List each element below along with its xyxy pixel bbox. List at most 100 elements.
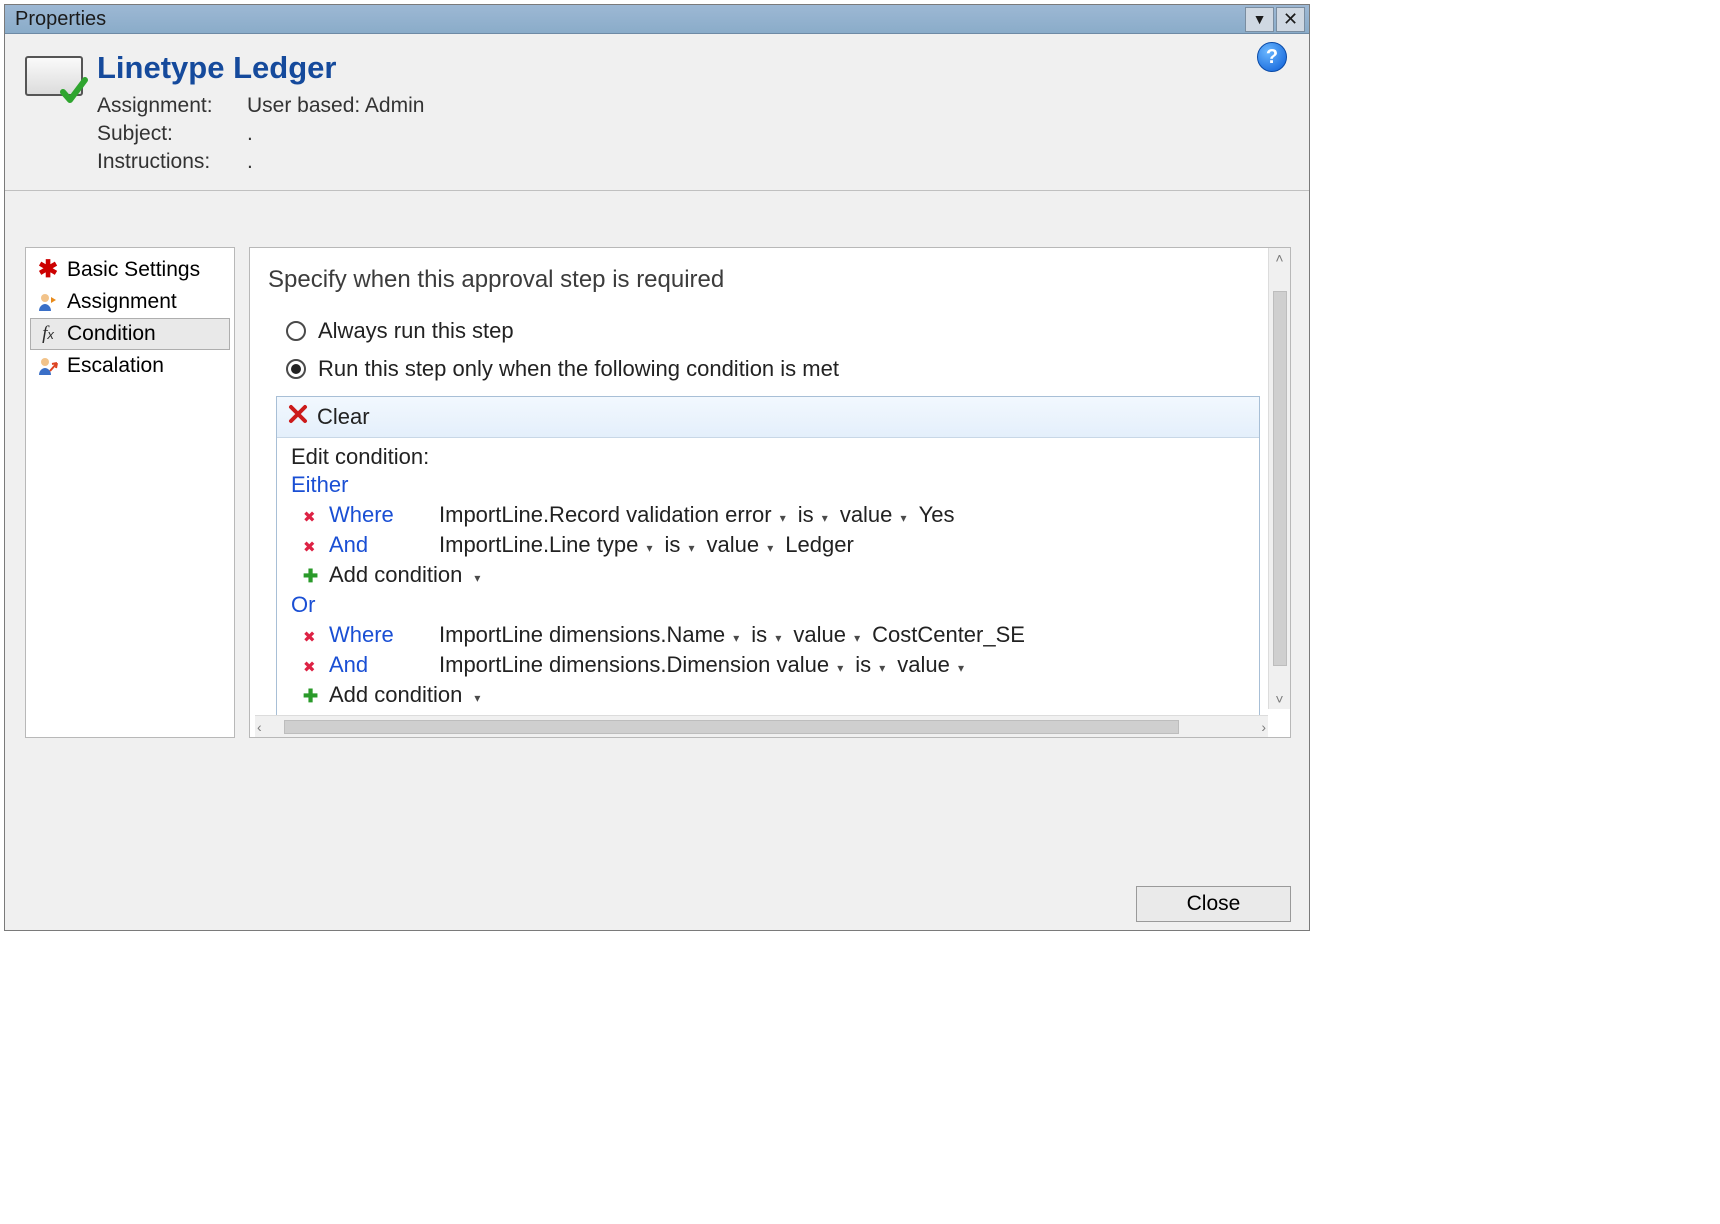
remove-icon[interactable]: ✖ [303, 658, 319, 676]
main-panel: Specify when this approval step is requi… [249, 247, 1291, 738]
nav-item-escalation[interactable]: Escalation [30, 350, 230, 382]
nav-item-basic-settings[interactable]: ✱ Basic Settings [30, 254, 230, 286]
radio-label: Always run this step [318, 318, 514, 344]
dropdown-button[interactable]: ▼ [1245, 7, 1274, 32]
person-assign-icon [37, 291, 59, 313]
value-dropdown[interactable]: Yes [919, 502, 955, 528]
keyword-where[interactable]: Where [329, 502, 429, 528]
group-either[interactable]: Either [291, 470, 1245, 500]
caret-icon: ▾ [835, 661, 845, 675]
header-area: ? Linetype Ledger Assignment: User based… [5, 34, 1309, 191]
field-dropdown[interactable]: ImportLine.Record validation error ▾ [439, 502, 788, 528]
caret-icon: ▾ [472, 571, 482, 585]
value-dropdown[interactable]: Ledger [785, 532, 854, 558]
remove-icon[interactable]: ✖ [303, 508, 319, 526]
close-window-button[interactable]: ✕ [1276, 7, 1305, 32]
vertical-scrollbar[interactable]: ˄ ˅ [1268, 248, 1290, 709]
field-dropdown[interactable]: ImportLine dimensions.Dimension value ▾ [439, 652, 845, 678]
remove-icon[interactable]: ✖ [303, 538, 319, 556]
caret-icon: ▾ [765, 541, 775, 555]
caret-icon: ▾ [778, 511, 788, 525]
condition-row: ✖ Where ImportLine dimensions.Name ▾ is … [291, 620, 1245, 650]
add-condition-row[interactable]: ✚ Add condition ▾ [291, 680, 1245, 710]
help-button[interactable]: ? [1257, 42, 1287, 72]
caret-icon: ▾ [472, 691, 482, 705]
caret-icon: ▾ [731, 631, 741, 645]
chevron-down-icon: ▼ [1253, 11, 1267, 27]
condition-panel: Clear Edit condition: Either ✖ Where Imp… [276, 396, 1260, 727]
clear-x-icon [287, 403, 309, 431]
keyword-where[interactable]: Where [329, 622, 429, 648]
caret-icon: ▾ [899, 511, 909, 525]
nav-item-condition[interactable]: fx Condition [30, 318, 230, 350]
footer: Close [1136, 886, 1291, 922]
nav-panel: ✱ Basic Settings Assignment fx Condition… [25, 247, 235, 738]
asterisk-icon: ✱ [37, 259, 59, 281]
group-or[interactable]: Or [291, 590, 1245, 620]
person-escalate-icon [37, 355, 59, 377]
caret-icon: ▾ [644, 541, 654, 555]
page-title: Linetype Ledger [97, 50, 424, 86]
compare-dropdown[interactable]: value ▾ [707, 532, 776, 558]
close-icon: ✕ [1283, 9, 1298, 30]
properties-window: Properties ▼ ✕ ? Linetype Ledger Assignm… [4, 4, 1310, 931]
condition-body: Edit condition: Either ✖ Where ImportLin… [277, 438, 1259, 726]
nav-label: Condition [67, 322, 156, 346]
scroll-right-icon: › [1261, 719, 1266, 735]
add-condition-row[interactable]: ✚ Add condition ▾ [291, 560, 1245, 590]
instructions-value: . [247, 150, 424, 174]
checkmark-icon [59, 76, 89, 106]
radio-conditional[interactable]: Run this step only when the following co… [268, 350, 1260, 388]
keyword-and[interactable]: And [329, 532, 429, 558]
compare-dropdown[interactable]: value ▾ [840, 502, 909, 528]
add-icon: ✚ [303, 686, 319, 707]
step-icon [25, 56, 83, 96]
condition-toolbar: Clear [277, 397, 1259, 438]
operator-dropdown[interactable]: is ▾ [855, 652, 887, 678]
add-condition-label: Add condition [329, 562, 462, 588]
keyword-and[interactable]: And [329, 652, 429, 678]
operator-dropdown[interactable]: is ▾ [751, 622, 783, 648]
scroll-left-icon: ‹ [257, 719, 262, 735]
operator-dropdown[interactable]: is ▾ [665, 532, 697, 558]
nav-label: Escalation [67, 354, 164, 378]
titlebar: Properties ▼ ✕ [5, 5, 1309, 34]
section-heading: Specify when this approval step is requi… [268, 266, 1260, 294]
remove-icon[interactable]: ✖ [303, 628, 319, 646]
radio-icon [286, 321, 306, 341]
edit-condition-label: Edit condition: [291, 444, 1245, 470]
nav-label: Assignment [67, 290, 177, 314]
caret-icon: ▾ [877, 661, 887, 675]
window-title: Properties [15, 8, 106, 31]
close-button[interactable]: Close [1136, 886, 1291, 922]
caret-icon: ▾ [773, 631, 783, 645]
instructions-label: Instructions: [97, 150, 247, 174]
radio-label: Run this step only when the following co… [318, 356, 839, 382]
field-dropdown[interactable]: ImportLine dimensions.Name ▾ [439, 622, 741, 648]
radio-icon [286, 359, 306, 379]
clear-button[interactable]: Clear [317, 404, 370, 430]
nav-item-assignment[interactable]: Assignment [30, 286, 230, 318]
value-dropdown[interactable]: CostCenter_SE [872, 622, 1025, 648]
horizontal-scrollbar[interactable]: ‹ › [255, 715, 1268, 737]
scroll-up-icon: ˄ [1275, 250, 1283, 266]
caret-icon: ▾ [852, 631, 862, 645]
condition-row: ✖ And ImportLine.Line type ▾ is ▾ value … [291, 530, 1245, 560]
assignment-label: Assignment: [97, 94, 247, 118]
fx-icon: fx [37, 323, 59, 345]
assignment-value: User based: Admin [247, 94, 424, 118]
add-condition-label: Add condition [329, 682, 462, 708]
scroll-thumb[interactable] [1273, 291, 1287, 666]
scroll-thumb[interactable] [284, 720, 1180, 734]
compare-dropdown[interactable]: value ▾ [793, 622, 862, 648]
condition-row: ✖ Where ImportLine.Record validation err… [291, 500, 1245, 530]
subject-label: Subject: [97, 122, 247, 146]
caret-icon: ▾ [956, 661, 966, 675]
field-dropdown[interactable]: ImportLine.Line type ▾ [439, 532, 655, 558]
radio-always[interactable]: Always run this step [268, 312, 1260, 350]
operator-dropdown[interactable]: is ▾ [798, 502, 830, 528]
caret-icon: ▾ [687, 541, 697, 555]
help-icon: ? [1266, 46, 1278, 69]
scroll-down-icon: ˅ [1275, 691, 1283, 707]
compare-dropdown[interactable]: value ▾ [897, 652, 966, 678]
